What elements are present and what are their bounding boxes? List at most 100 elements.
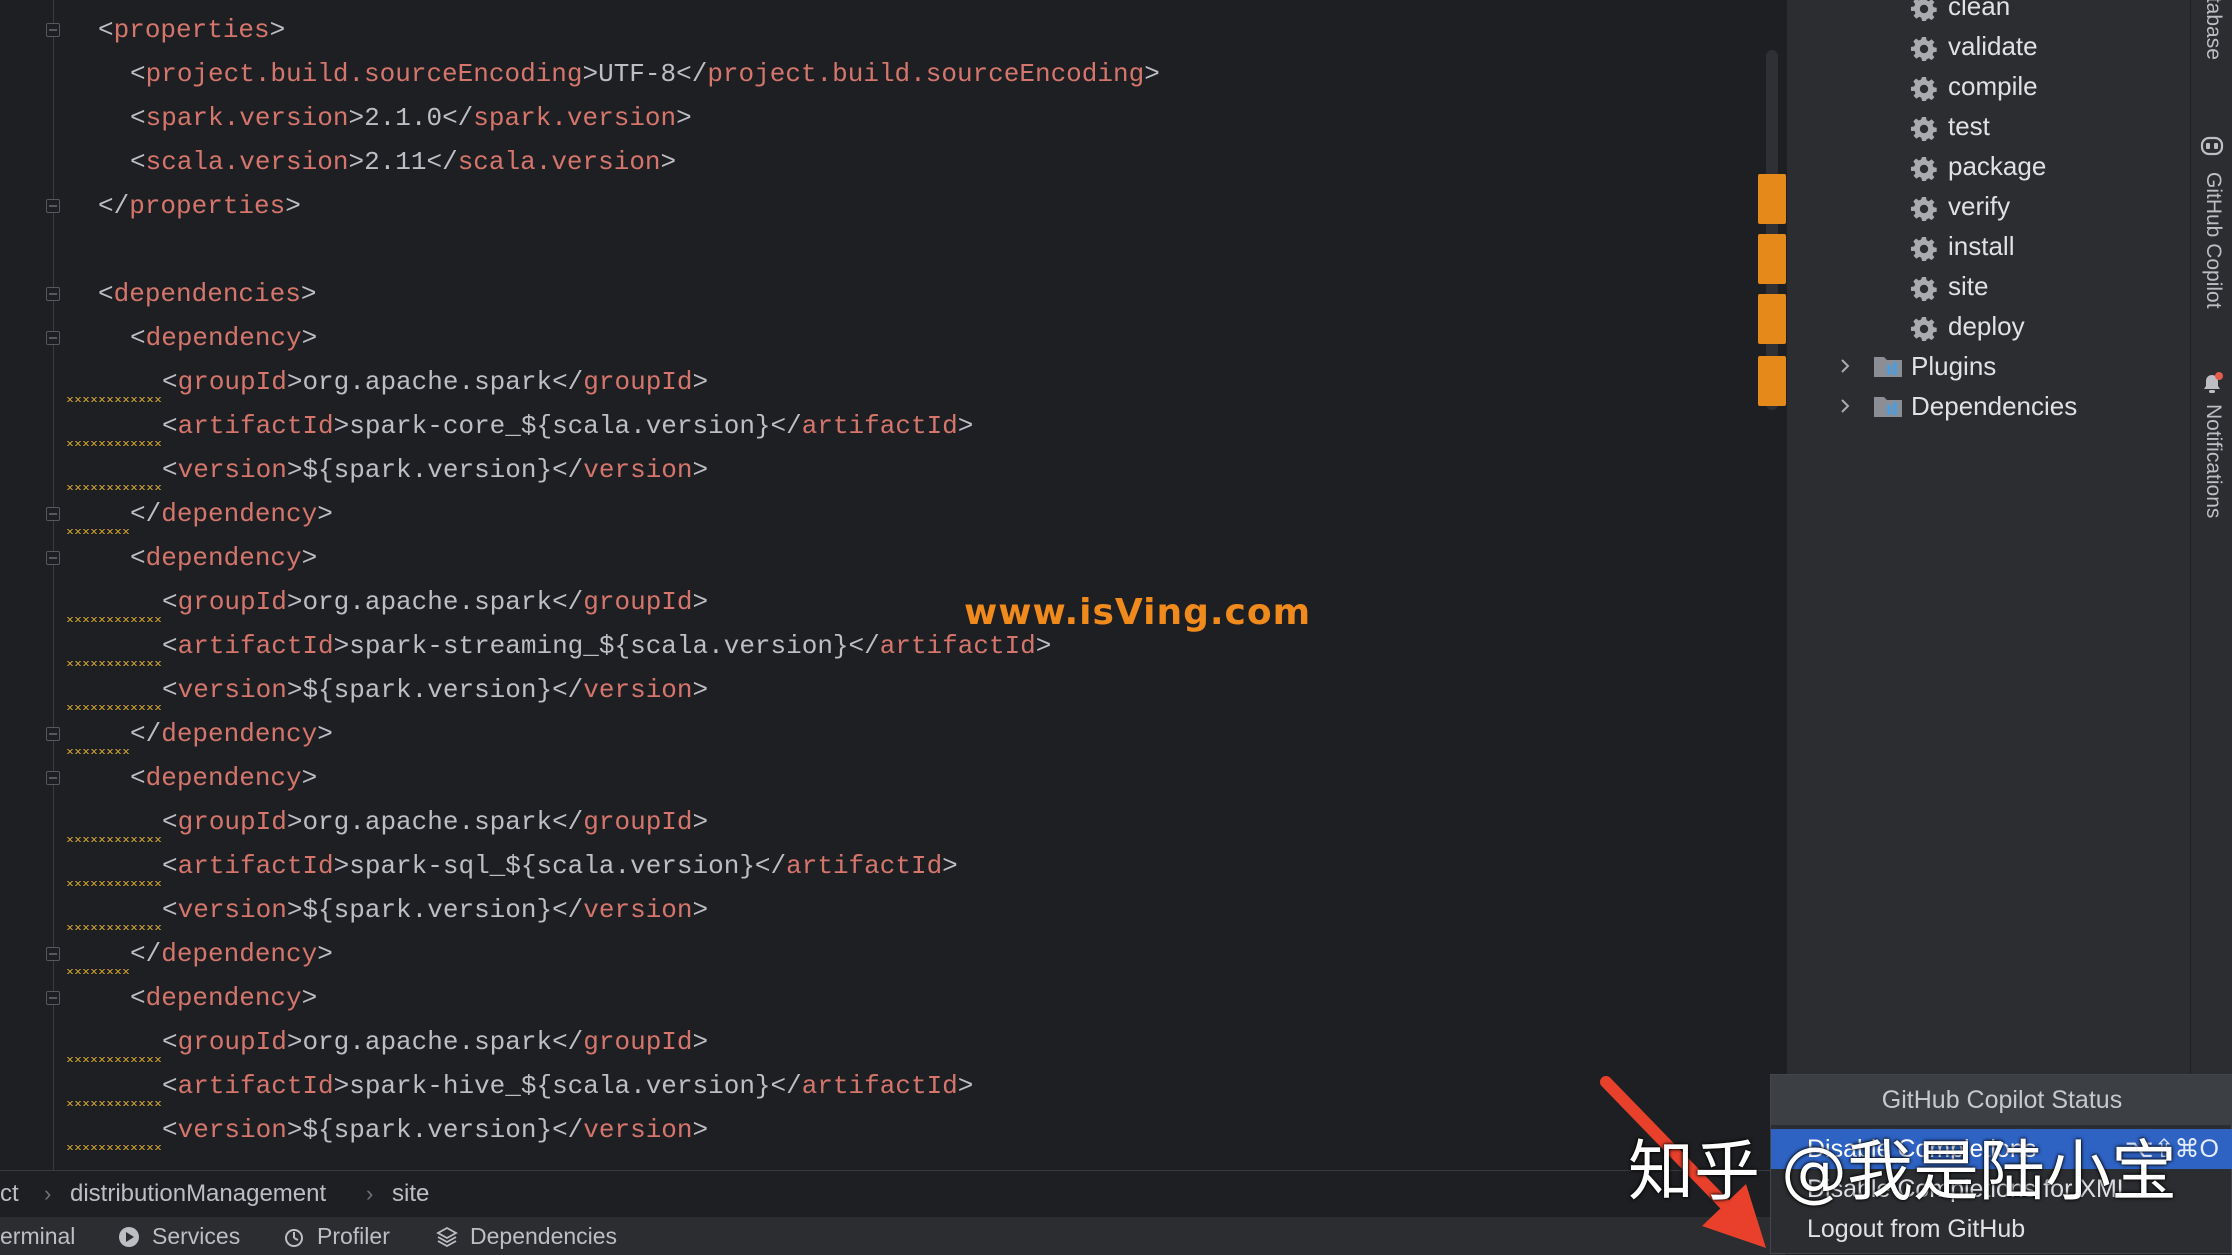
notifications-bell-icon[interactable] xyxy=(2198,370,2226,398)
code-line[interactable]: <groupId>org.apache.spark</groupId> xyxy=(162,1020,709,1064)
xml-tag: dependency xyxy=(145,323,302,353)
fold-toggle-icon[interactable] xyxy=(46,507,60,521)
bracket: </ xyxy=(130,939,162,969)
lifecycle-package[interactable]: package xyxy=(1787,146,2191,186)
notifications-tab[interactable]: Notifications xyxy=(2201,404,2225,518)
xml-tag: groupId xyxy=(583,367,693,397)
fold-toggle-icon[interactable] xyxy=(46,771,60,785)
bracket: </ xyxy=(770,1071,802,1101)
code-content: </dependency> xyxy=(130,719,333,749)
bracket: </ xyxy=(552,1027,584,1057)
code-line[interactable]: <groupId>org.apache.spark</groupId> xyxy=(162,360,709,404)
code-line[interactable]: <groupId>org.apache.spark</groupId> xyxy=(162,800,709,844)
fold-toggle-icon[interactable] xyxy=(46,551,60,565)
fold-toggle-icon[interactable] xyxy=(46,991,60,1005)
fold-toggle-icon[interactable] xyxy=(46,287,60,301)
lifecycle-label: deploy xyxy=(1948,311,2025,341)
bracket: < xyxy=(130,763,146,793)
code-line[interactable]: <dependency> xyxy=(130,976,318,1020)
bracket: </ xyxy=(552,675,584,705)
xml-tag: version xyxy=(177,895,287,925)
bracket: < xyxy=(162,807,178,837)
warning-marker[interactable] xyxy=(1758,174,1786,224)
lifecycle-label: validate xyxy=(1948,31,2038,61)
warning-marker[interactable] xyxy=(1758,294,1786,344)
lifecycle-validate[interactable]: validate xyxy=(1787,26,2191,66)
logout-github-item[interactable]: Logout from GitHub xyxy=(1771,1209,2232,1249)
code-line[interactable]: <properties> xyxy=(98,8,285,52)
code-line[interactable]: <version>${spark.version}</version> xyxy=(162,888,709,932)
database-tab[interactable]: Database xyxy=(2201,0,2225,60)
warning-marker[interactable] xyxy=(1758,234,1786,284)
bracket: > xyxy=(285,191,301,221)
code-line[interactable]: <dependency> xyxy=(130,316,318,360)
lifecycle-install[interactable]: install xyxy=(1787,226,2191,266)
tree-node-plugins[interactable]: Plugins xyxy=(1787,346,2191,386)
fold-toggle-icon[interactable] xyxy=(46,727,60,741)
code-content: <artifactId>spark-core_${scala.version}<… xyxy=(162,411,974,441)
xml-tag: artifactId xyxy=(177,631,334,661)
fold-toggle-icon[interactable] xyxy=(46,23,60,37)
bracket: > xyxy=(333,411,350,441)
chevron-right-icon[interactable] xyxy=(1837,398,1853,414)
code-line[interactable]: </properties> xyxy=(98,184,301,228)
code-line[interactable]: <version>${spark.version}</version> xyxy=(162,448,709,492)
dependencies-tab[interactable]: Dependencies xyxy=(470,1217,617,1255)
xml-tag: scala.version xyxy=(457,147,661,177)
xml-tag: groupId xyxy=(177,1027,287,1057)
code-content: <dependencies> xyxy=(98,279,316,309)
fold-toggle-icon[interactable] xyxy=(46,331,60,345)
gear-icon xyxy=(1911,313,1937,341)
code-line[interactable]: <artifactId>spark-sql_${scala.version}</… xyxy=(162,844,958,888)
code-line[interactable]: </dependency> xyxy=(130,712,333,756)
tree-node-dependencies[interactable]: Dependencies xyxy=(1787,386,2191,426)
bracket: > xyxy=(286,807,303,837)
copilot-icon[interactable] xyxy=(2198,132,2226,160)
code-line[interactable]: <artifactId>spark-hive_${scala.version}<… xyxy=(162,1064,974,1108)
breadcrumb-item[interactable]: distributionManagement xyxy=(70,1171,326,1217)
code-line[interactable]: <dependencies> xyxy=(98,272,316,316)
warning-marker[interactable] xyxy=(1758,356,1786,406)
code-line[interactable]: </dependency> xyxy=(130,492,333,536)
bracket: < xyxy=(162,1071,178,1101)
lifecycle-clean[interactable]: clean xyxy=(1787,0,2191,26)
lifecycle-deploy[interactable]: deploy xyxy=(1787,306,2191,346)
profiler-tab[interactable]: Profiler xyxy=(317,1217,390,1255)
code-line[interactable]: <dependency> xyxy=(130,756,318,800)
bracket: < xyxy=(162,367,178,397)
code-line[interactable]: <project.build.sourceEncoding>UTF-8</pro… xyxy=(130,52,1160,96)
lifecycle-compile[interactable]: compile xyxy=(1787,66,2191,106)
code-line[interactable]: </dependency> xyxy=(130,932,333,976)
bracket: </ xyxy=(130,499,162,529)
editor-gutter xyxy=(0,0,64,1170)
warning-underline xyxy=(66,925,162,931)
code-line[interactable]: <scala.version>2.11</scala.version> xyxy=(130,140,676,184)
bracket: > xyxy=(286,455,303,485)
chevron-right-icon[interactable] xyxy=(1837,358,1853,374)
github-copilot-tab[interactable]: GitHub Copilot xyxy=(2201,172,2225,309)
xml-value: spark-streaming_${scala.version} xyxy=(349,631,849,661)
bracket: < xyxy=(162,631,178,661)
bracket: > xyxy=(333,851,350,881)
code-line[interactable]: <artifactId>spark-streaming_${scala.vers… xyxy=(162,624,1052,668)
terminal-tab[interactable]: erminal xyxy=(0,1217,75,1255)
lifecycle-test[interactable]: test xyxy=(1787,106,2191,146)
fold-toggle-icon[interactable] xyxy=(46,199,60,213)
xml-tag: dependency xyxy=(161,939,318,969)
breadcrumb-item[interactable]: ct xyxy=(0,1171,19,1217)
code-content: </properties> xyxy=(98,191,301,221)
code-line[interactable]: <groupId>org.apache.spark</groupId> xyxy=(162,580,709,624)
breadcrumb-item[interactable]: site xyxy=(392,1171,429,1217)
code-line[interactable]: <spark.version>2.1.0</spark.version> xyxy=(130,96,692,140)
fold-toggle-icon[interactable] xyxy=(46,947,60,961)
code-line[interactable]: <version>${spark.version}</version> xyxy=(162,668,709,712)
bracket: > xyxy=(692,455,709,485)
services-tab[interactable]: Services xyxy=(152,1217,240,1255)
code-line[interactable]: <artifactId>spark-core_${scala.version}<… xyxy=(162,404,974,448)
code-line[interactable]: <version>${spark.version}</version> xyxy=(162,1108,709,1152)
bracket: </ xyxy=(552,455,584,485)
lifecycle-verify[interactable]: verify xyxy=(1787,186,2191,226)
code-editor[interactable]: <properties> <project.build.sourceEncodin… xyxy=(0,0,1786,1170)
lifecycle-site[interactable]: site xyxy=(1787,266,2191,306)
code-line[interactable]: <dependency> xyxy=(130,536,318,580)
